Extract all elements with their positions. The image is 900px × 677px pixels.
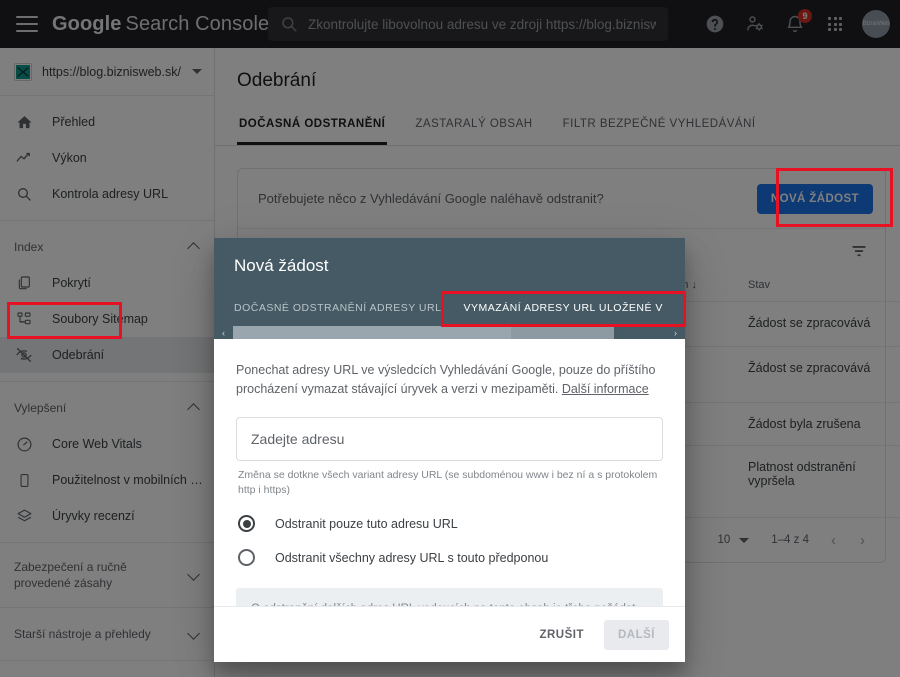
dialog-tabs: DOČASNÉ ODSTRANĚNÍ ADRESY URL VYMAZÁNÍ A… [234, 296, 665, 326]
chevron-left-icon[interactable]: ‹ [214, 326, 233, 339]
scrollbar-gap [614, 326, 666, 339]
dialog-info-box: O odstranění dalších adres URL vedoucích… [236, 588, 663, 606]
dialog-footer: ZRUŠIT DALŠÍ [214, 606, 685, 662]
next-button: DALŠÍ [604, 619, 669, 650]
url-input[interactable]: Zadejte adresu [236, 417, 663, 461]
dialog-tabs-scrollbar[interactable]: ‹ › [214, 326, 685, 339]
chevron-right-icon[interactable]: › [666, 326, 685, 339]
scrollbar-track[interactable] [233, 326, 614, 339]
cancel-button[interactable]: ZRUŠIT [529, 620, 594, 650]
radio-remove-prefix-urls[interactable]: Odstranit všechny adresy URL s touto pře… [236, 549, 663, 566]
radio-button-selected-icon[interactable] [238, 515, 255, 532]
dialog-body: Ponechat adresy URL ve výsledcích Vyhled… [214, 339, 685, 606]
app-root: GoogleSearch Console Zkontrolujte libovo… [0, 0, 900, 677]
dialog-header: Nová žádost DOČASNÉ ODSTRANĚNÍ ADRESY UR… [214, 238, 685, 326]
url-input-placeholder: Zadejte adresu [251, 431, 345, 447]
dialog-tab-temporary-removal[interactable]: DOČASNÉ ODSTRANĚNÍ ADRESY URL [234, 296, 441, 326]
new-request-dialog: Nová žádost DOČASNÉ ODSTRANĚNÍ ADRESY UR… [214, 238, 685, 662]
radio-label: Odstranit všechny adresy URL s touto pře… [275, 550, 549, 565]
learn-more-link[interactable]: Další informace [562, 382, 649, 396]
dialog-tab-clear-cached-url[interactable]: VYMAZÁNÍ ADRESY URL ULOŽENÉ V MEZIPAM [463, 296, 665, 326]
radio-button-icon[interactable] [238, 549, 255, 566]
scrollbar-thumb[interactable] [233, 326, 512, 339]
radio-label: Odstranit pouze tuto adresu URL [275, 516, 458, 531]
dialog-description: Ponechat adresy URL ve výsledcích Vyhled… [236, 361, 663, 399]
url-input-hint: Změna se dotkne všech variant adresy URL… [238, 469, 658, 496]
radio-remove-this-url[interactable]: Odstranit pouze tuto adresu URL [236, 515, 663, 532]
dialog-title: Nová žádost [234, 256, 329, 275]
